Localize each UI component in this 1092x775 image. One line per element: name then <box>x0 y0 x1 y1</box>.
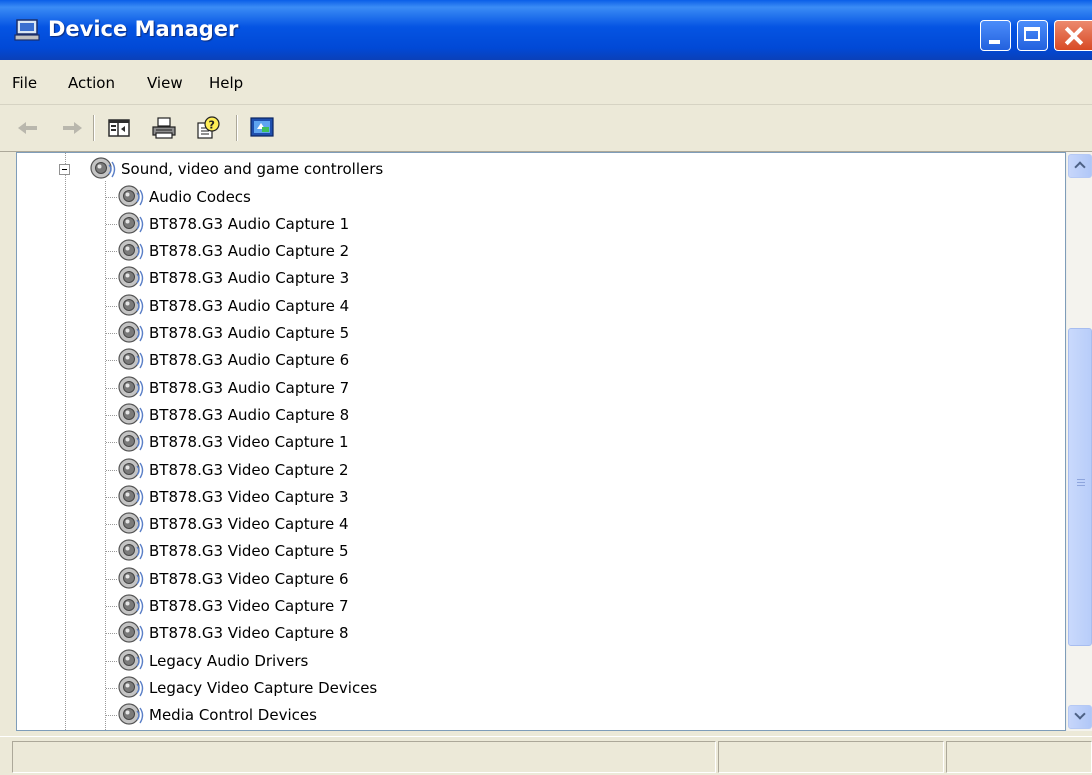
tree-connector <box>106 196 117 198</box>
tree-category-label: Sound, video and game controllers <box>121 160 384 178</box>
collapse-toggle[interactable] <box>59 164 70 175</box>
tree-item-label: BT878.G3 Audio Capture 1 <box>149 214 350 233</box>
tree-connector <box>106 715 117 717</box>
speaker-icon <box>118 430 144 452</box>
vertical-scrollbar[interactable] <box>1066 152 1092 731</box>
tree-item-label: Legacy Audio Drivers <box>149 651 309 670</box>
speaker-icon <box>118 348 144 370</box>
speaker-icon <box>118 676 144 698</box>
tree-item-label: Legacy Video Capture Devices <box>149 678 378 697</box>
status-bar <box>0 736 1092 775</box>
back-arrow-icon[interactable] <box>14 115 42 141</box>
tree-connector <box>106 687 117 689</box>
tree-connector <box>106 305 117 307</box>
tree-connector <box>106 496 117 498</box>
tree-connector <box>106 606 117 607</box>
scrollbar-thumb[interactable] <box>1068 328 1092 647</box>
status-pane-main <box>12 741 716 773</box>
tree-connector <box>106 442 117 444</box>
title-bar[interactable]: Device Manager <box>0 0 1092 60</box>
speaker-icon <box>118 648 144 671</box>
tree-item-label: BT878.G3 Audio Capture 3 <box>149 269 350 288</box>
help-icon[interactable]: ? <box>194 115 222 141</box>
tree-connector <box>106 578 117 580</box>
tree-item-label: BT878.G3 Audio Capture 7 <box>149 378 350 397</box>
tree-connector <box>106 251 117 253</box>
device-tree[interactable]: Sound, video and game controllers Audio … <box>16 152 1066 731</box>
minimize-button[interactable] <box>980 20 1011 51</box>
tree-item-label: BT878.G3 Audio Capture 5 <box>149 324 350 342</box>
scan-hardware-icon[interactable] <box>248 115 276 141</box>
tree-item-label: BT878.G3 Video Capture 4 <box>149 515 349 534</box>
tree-connector <box>106 660 117 662</box>
tree-connector <box>106 551 117 553</box>
speaker-icon <box>118 539 144 561</box>
maximize-button[interactable] <box>1017 20 1048 51</box>
toolbar-separator <box>93 115 95 141</box>
speaker-icon <box>118 294 144 316</box>
tree-item-label: BT878.G3 Video Capture 6 <box>149 569 349 588</box>
menu-bar: File Action View Help <box>0 60 1092 105</box>
status-pane-2 <box>718 741 944 773</box>
tree-connector <box>106 524 117 526</box>
tree-item-label: BT878.G3 Video Capture 2 <box>149 460 349 479</box>
tree-item-label: BT878.G3 Audio Capture 6 <box>149 351 350 370</box>
tree-item-label: BT878.G3 Audio Capture 4 <box>149 296 350 315</box>
tree-item-label: Audio Codecs <box>149 187 251 206</box>
toolbar-separator <box>236 115 238 141</box>
speaker-icon <box>118 621 144 643</box>
speaker-icon <box>118 239 144 261</box>
speaker-icon <box>118 375 144 398</box>
speaker-icon <box>118 266 144 288</box>
svg-text:?: ? <box>209 119 215 132</box>
tree-item-label: BT878.G3 Video Capture 8 <box>149 624 349 643</box>
speaker-icon <box>118 212 144 234</box>
speaker-icon <box>118 184 144 207</box>
tree-item-label: BT878.G3 Video Capture 7 <box>149 597 349 615</box>
speaker-icon <box>118 457 144 480</box>
close-button[interactable] <box>1054 20 1092 51</box>
menu-view[interactable]: View <box>147 74 183 92</box>
device-manager-icon <box>14 19 40 41</box>
tree-connector-line <box>105 181 106 730</box>
tree-connector <box>106 223 117 225</box>
speaker-icon <box>118 703 144 725</box>
device-manager-window: Device Manager File Action View Help ? S… <box>0 0 1092 775</box>
tree-connector <box>106 333 117 334</box>
tree-connector <box>106 387 117 389</box>
tree-connector <box>106 414 117 416</box>
tree-item-label: BT878.G3 Video Capture 3 <box>149 487 349 506</box>
speaker-icon <box>118 485 144 507</box>
tree-item-label: BT878.G3 Video Capture 1 <box>149 433 349 452</box>
show-hide-console-tree-icon[interactable] <box>105 115 133 141</box>
status-pane-3 <box>946 741 1092 773</box>
tree-item-label: BT878.G3 Audio Capture 2 <box>149 242 350 261</box>
tree-item-label: Media Control Devices <box>149 706 317 725</box>
tree-item-label: BT878.G3 Audio Capture 8 <box>149 405 350 424</box>
tree-connector-line <box>65 153 66 730</box>
scroll-up-button[interactable] <box>1068 154 1092 178</box>
menu-help[interactable]: Help <box>209 74 243 92</box>
scroll-down-button[interactable] <box>1068 705 1092 729</box>
speaker-icon <box>118 567 144 589</box>
menu-action[interactable]: Action <box>68 74 115 92</box>
toolbar: ? <box>0 105 1092 152</box>
speaker-icon <box>118 594 144 616</box>
tree-connector <box>106 360 117 362</box>
thumb-grip <box>1077 479 1085 488</box>
speaker-icon <box>118 403 144 425</box>
speaker-icon <box>118 512 144 534</box>
speaker-icon <box>90 157 116 179</box>
window-title: Device Manager <box>48 17 239 41</box>
tree-connector <box>106 469 117 471</box>
tree-connector <box>106 278 117 280</box>
print-icon[interactable] <box>150 115 178 141</box>
tree-item-label: BT878.G3 Video Capture 5 <box>149 542 349 561</box>
forward-arrow-icon[interactable] <box>58 115 86 141</box>
tree-connector <box>106 633 117 635</box>
speaker-icon <box>118 321 144 343</box>
menu-file[interactable]: File <box>12 74 37 92</box>
